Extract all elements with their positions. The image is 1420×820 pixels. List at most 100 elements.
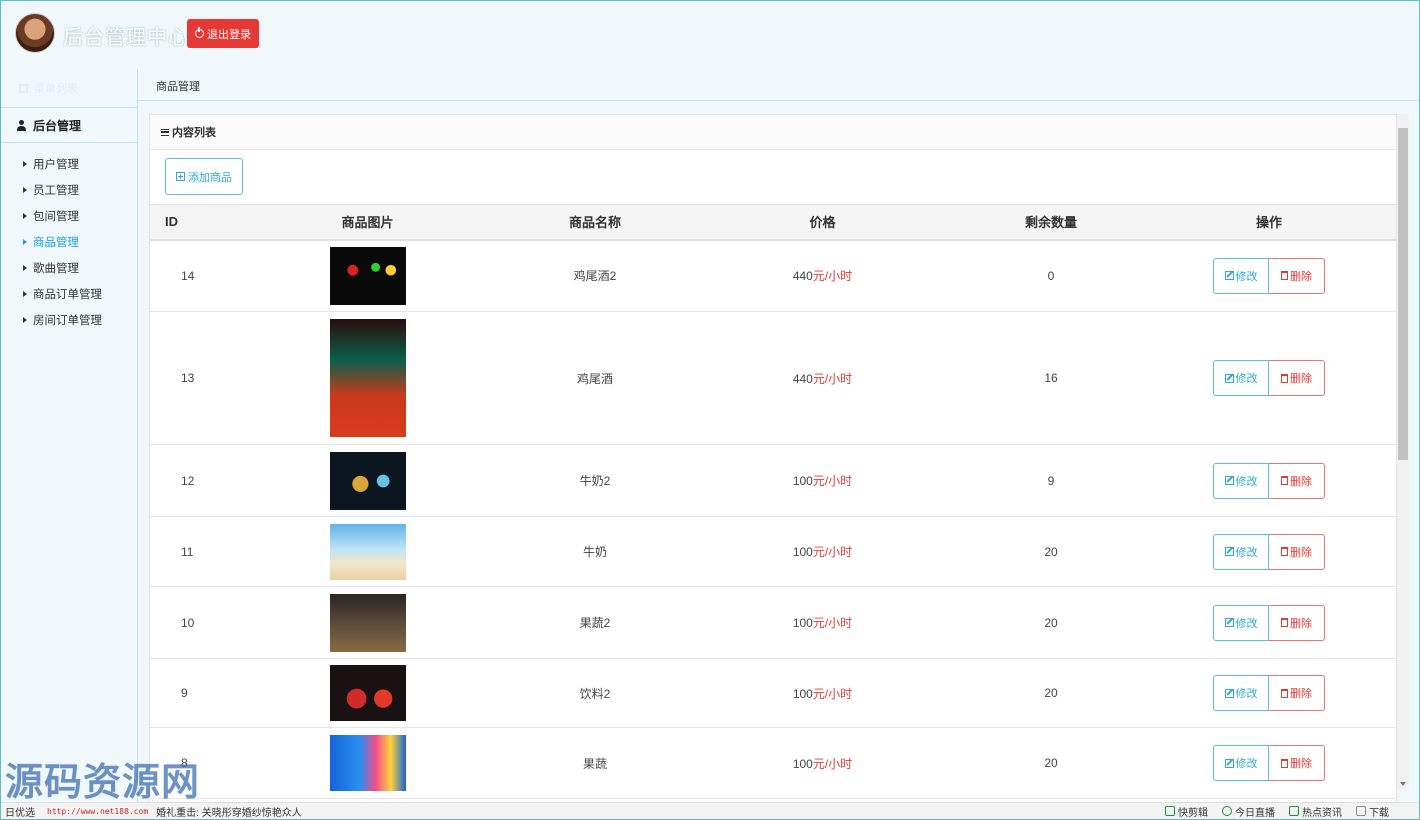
product-thumbnail <box>329 319 406 437</box>
cell-name: 果蔬 <box>505 727 685 799</box>
cell-actions: 修改 删除 <box>1142 658 1396 728</box>
header-price: 价格 <box>809 215 836 231</box>
header-actions: 操作 <box>1255 215 1282 231</box>
caret-right-icon <box>23 317 27 323</box>
tray-label: 快剪辑 <box>1178 807 1208 819</box>
delete-button[interactable]: 删除 <box>1269 462 1325 499</box>
delete-button[interactable]: 删除 <box>1269 675 1325 711</box>
table-row: 14 鸡尾酒2 440元/小时 0 修改 删除 <box>150 239 1396 312</box>
sidebar-item-label: 包间管理 <box>33 211 79 223</box>
scroll-down-icon[interactable] <box>1400 782 1406 786</box>
sidebar-item-label: 房间订单管理 <box>33 315 102 327</box>
trash-icon <box>1281 476 1288 485</box>
cell-name: 牛奶 <box>505 516 685 587</box>
cell-image <box>230 727 505 799</box>
cell-actions: 修改 删除 <box>1142 727 1396 799</box>
cell-price: 440元/小时 <box>685 311 960 445</box>
sidebar-item-label: 商品订单管理 <box>33 289 102 301</box>
cell-name: 饮料2 <box>505 658 685 728</box>
sidebar-section-admin[interactable]: 后台管理 <box>1 107 137 143</box>
edit-button[interactable]: 修改 <box>1213 462 1269 499</box>
scroll-thumb[interactable] <box>1398 128 1408 460</box>
trash-icon <box>1281 688 1288 698</box>
cell-actions: 修改 删除 <box>1142 239 1396 312</box>
delete-label: 删除 <box>1290 373 1312 385</box>
sidebar-header-label: 菜单列表 <box>34 83 78 95</box>
vertical-scrollbar[interactable] <box>1397 114 1409 790</box>
sidebar-item-products[interactable]: 商品管理 <box>1 229 137 255</box>
edit-label: 修改 <box>1235 475 1258 488</box>
cell-stock: 20 <box>960 727 1142 799</box>
price-value: 100 <box>792 686 813 701</box>
row-actions: 修改 删除 <box>1213 462 1325 499</box>
cell-image <box>230 444 505 517</box>
delete-button[interactable]: 删除 <box>1269 257 1325 294</box>
edit-button[interactable]: 修改 <box>1213 360 1269 396</box>
live-icon <box>1222 806 1232 816</box>
delete-button[interactable]: 删除 <box>1269 745 1325 781</box>
tray-item-news[interactable]: 热点资讯 <box>1289 804 1342 819</box>
sidebar-item-room-orders[interactable]: 房间订单管理 <box>1 307 137 333</box>
header-stock: 剩余数量 <box>1024 215 1077 231</box>
cell-id: 14 <box>150 239 230 312</box>
sidebar-item-product-orders[interactable]: 商品订单管理 <box>1 281 137 307</box>
delete-button[interactable]: 删除 <box>1269 604 1325 641</box>
avatar[interactable] <box>15 13 55 53</box>
logout-button[interactable]: 退出登录 <box>187 19 259 48</box>
sidebar-item-songs[interactable]: 歌曲管理 <box>1 255 137 281</box>
sidebar-item-users[interactable]: 用户管理 <box>1 151 137 177</box>
product-table: ID 商品图片 商品名称 价格 剩余数量 操作 14 鸡尾酒2 440元/小时 … <box>150 204 1396 799</box>
edit-label: 修改 <box>1235 270 1258 283</box>
delete-label: 删除 <box>1290 758 1312 770</box>
tray-item-live[interactable]: 今日直播 <box>1222 804 1275 819</box>
add-product-label: 添加商品 <box>188 171 232 184</box>
status-tray: 快剪辑 今日直播 热点资讯 下载 <box>1165 804 1419 819</box>
panel-title: 内容列表 <box>172 127 216 139</box>
sidebar-section-label: 后台管理 <box>33 118 82 133</box>
add-product-button[interactable]: 添加商品 <box>165 158 243 195</box>
panel-toolbar: 添加商品 <box>150 150 1396 204</box>
cell-id: 10 <box>150 586 230 659</box>
breadcrumb: 商品管理 <box>138 69 1419 101</box>
tray-label: 热点资讯 <box>1302 807 1342 819</box>
tray-item-download[interactable]: 下载 <box>1356 804 1389 819</box>
edit-button[interactable]: 修改 <box>1213 533 1269 570</box>
delete-button[interactable]: 删除 <box>1269 533 1325 570</box>
product-thumbnail <box>329 665 406 721</box>
edit-button[interactable]: 修改 <box>1213 675 1269 711</box>
edit-icon <box>1224 373 1234 383</box>
delete-button[interactable]: 删除 <box>1269 360 1325 396</box>
edit-button[interactable]: 修改 <box>1213 257 1269 294</box>
header: 后台管理中心 退出登录 <box>1 1 1419 69</box>
price-unit: 元/小时 <box>812 474 853 488</box>
price-value: 100 <box>792 474 813 488</box>
edit-icon <box>1224 547 1234 556</box>
cell-image <box>230 239 505 312</box>
table-row: 13 鸡尾酒 440元/小时 16 修改 删除 <box>150 311 1396 445</box>
sidebar-item-staff[interactable]: 员工管理 <box>1 177 137 203</box>
row-actions: 修改 删除 <box>1213 360 1325 396</box>
status-news[interactable]: 婚礼重击: 关晓彤穿婚纱惊艳众人 <box>156 804 302 819</box>
cell-name: 鸡尾酒2 <box>505 239 685 312</box>
edit-label: 修改 <box>1235 617 1258 630</box>
price-unit: 元/小时 <box>812 686 853 701</box>
price-unit: 元/小时 <box>812 616 853 630</box>
cell-actions: 修改 删除 <box>1142 444 1396 517</box>
edit-button[interactable]: 修改 <box>1213 604 1269 641</box>
edit-label: 修改 <box>1235 373 1258 385</box>
price-unit: 元/小时 <box>812 371 853 386</box>
cell-price: 100元/小时 <box>685 516 960 587</box>
price-value: 100 <box>792 756 813 771</box>
cell-stock: 9 <box>960 444 1142 517</box>
edit-button[interactable]: 修改 <box>1213 745 1269 781</box>
sidebar-item-label: 商品管理 <box>33 237 79 249</box>
price-value: 100 <box>792 616 813 630</box>
sidebar-item-rooms[interactable]: 包间管理 <box>1 203 137 229</box>
tray-item-clip[interactable]: 快剪辑 <box>1165 804 1208 819</box>
caret-right-icon <box>23 265 27 271</box>
edit-label: 修改 <box>1235 546 1258 559</box>
cell-actions: 修改 删除 <box>1142 311 1396 445</box>
cell-id: 9 <box>150 658 230 728</box>
watermark: 源码资源网 <box>5 760 201 804</box>
edit-icon <box>1224 271 1234 281</box>
